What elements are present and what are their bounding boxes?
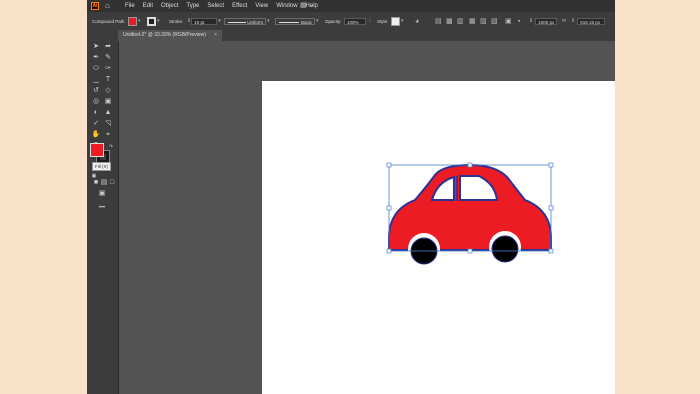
front-wheel (408, 233, 440, 265)
bbox-handle (386, 248, 392, 254)
illustrator-window: Ai ⌂ File Edit Object Type Select Effect… (87, 0, 615, 394)
bbox-handle (548, 205, 554, 211)
bbox-handle (548, 162, 554, 168)
bbox-handle (467, 162, 473, 168)
tooltip: Fill (X) (92, 162, 111, 171)
bbox-handle (467, 248, 473, 254)
fill-color-box[interactable] (90, 143, 104, 157)
artwork-layer (386, 162, 554, 265)
bbox-handle (386, 205, 392, 211)
bbox-handle (548, 248, 554, 254)
bbox-handle (386, 162, 392, 168)
rear-wheel (489, 231, 521, 263)
